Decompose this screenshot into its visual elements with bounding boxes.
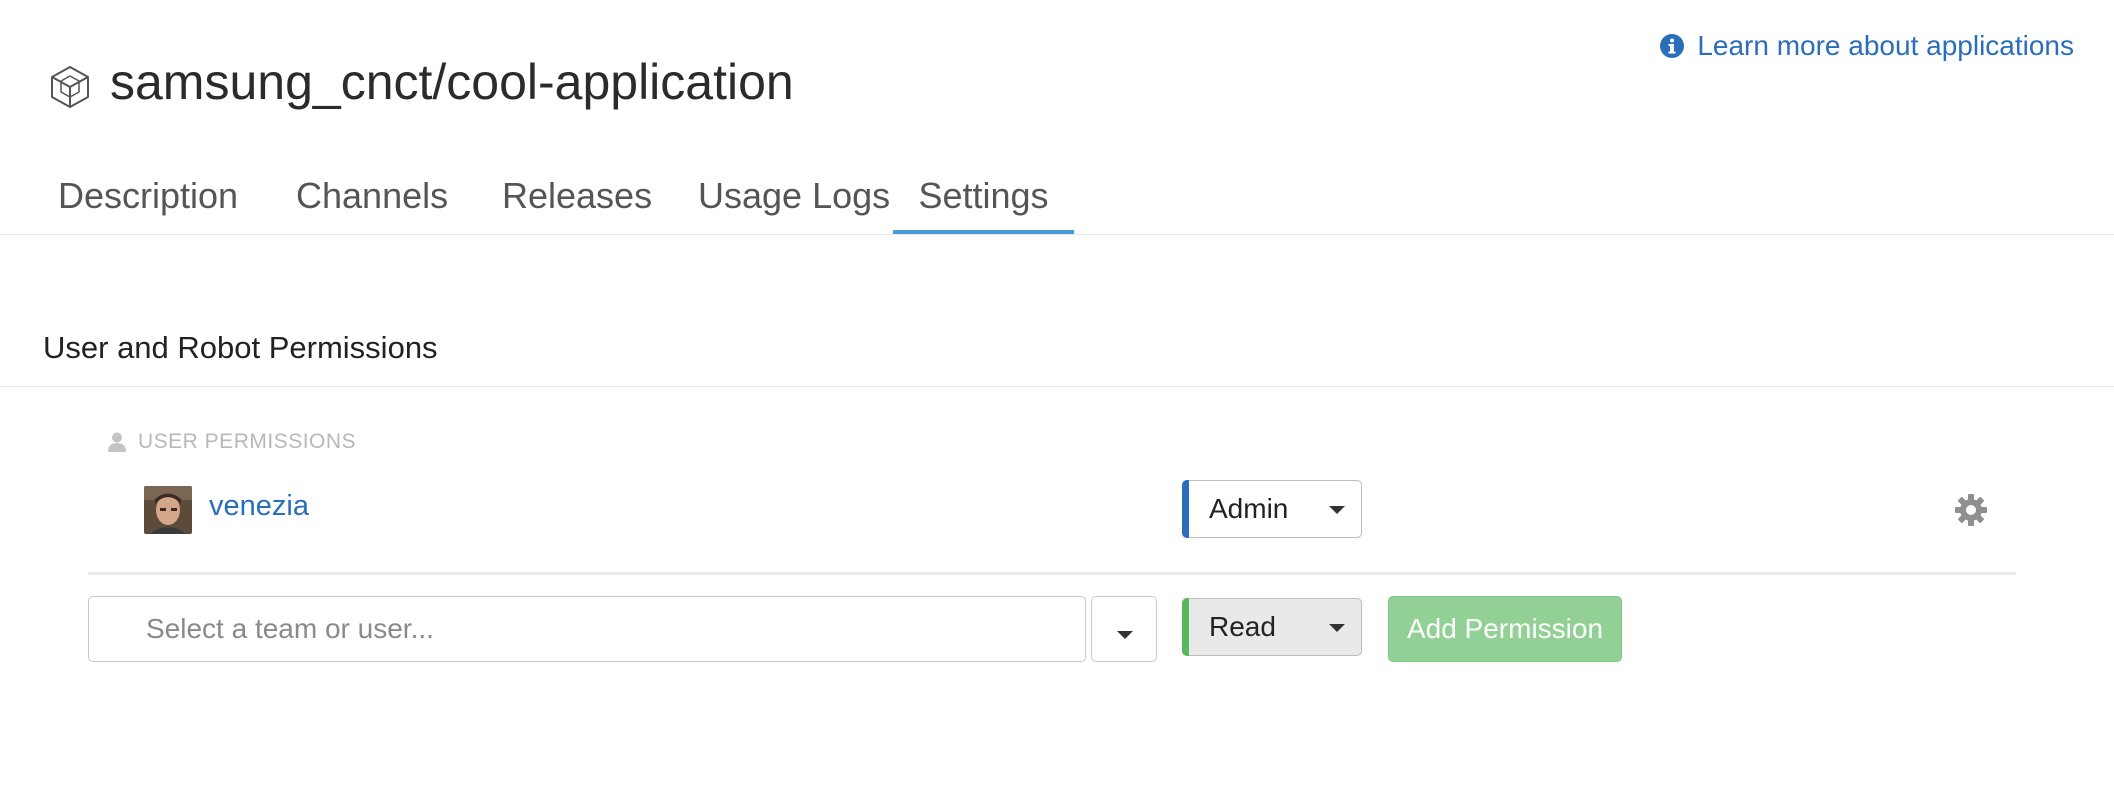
learn-more-label: Learn more about applications <box>1697 30 2074 61</box>
gear-icon[interactable] <box>1954 493 1988 527</box>
team-user-search-input[interactable] <box>88 596 1086 662</box>
row-divider <box>88 572 2016 575</box>
tab-settings[interactable]: Settings <box>893 174 1074 234</box>
search-dropdown-button[interactable] <box>1091 596 1157 662</box>
role-color-bar <box>1182 480 1189 538</box>
role-select-admin[interactable]: Admin <box>1182 480 1362 538</box>
role-value: Read <box>1209 611 1276 642</box>
role-select-read[interactable]: Read <box>1182 598 1362 656</box>
cube-icon <box>51 66 89 108</box>
username-link[interactable]: venezia <box>209 490 309 523</box>
tab-usage-logs[interactable]: Usage Logs <box>698 174 890 234</box>
section-divider <box>0 386 2114 387</box>
user-permissions-label: USER PERMISSIONS <box>138 430 357 453</box>
learn-more-link[interactable]: Learn more about applications <box>1659 30 2074 62</box>
user-icon <box>108 432 126 452</box>
info-icon <box>1660 34 1685 58</box>
tab-channels[interactable]: Channels <box>296 174 448 234</box>
tab-releases[interactable]: Releases <box>502 174 652 234</box>
caret-down-icon <box>1117 631 1133 639</box>
role-color-bar <box>1182 598 1189 656</box>
user-permissions-header: USER PERMISSIONS <box>108 430 356 454</box>
avatar <box>144 486 192 534</box>
tab-bar: Description Channels Releases Usage Logs… <box>0 160 2114 235</box>
role-value: Admin <box>1209 493 1289 524</box>
add-permission-button[interactable]: Add Permission <box>1388 596 1622 662</box>
tab-description[interactable]: Description <box>58 174 238 234</box>
caret-down-icon <box>1329 624 1345 632</box>
caret-down-icon <box>1329 506 1345 514</box>
page-title: samsung_cnct/cool-application <box>110 54 794 110</box>
section-title: User and Robot Permissions <box>43 330 438 365</box>
